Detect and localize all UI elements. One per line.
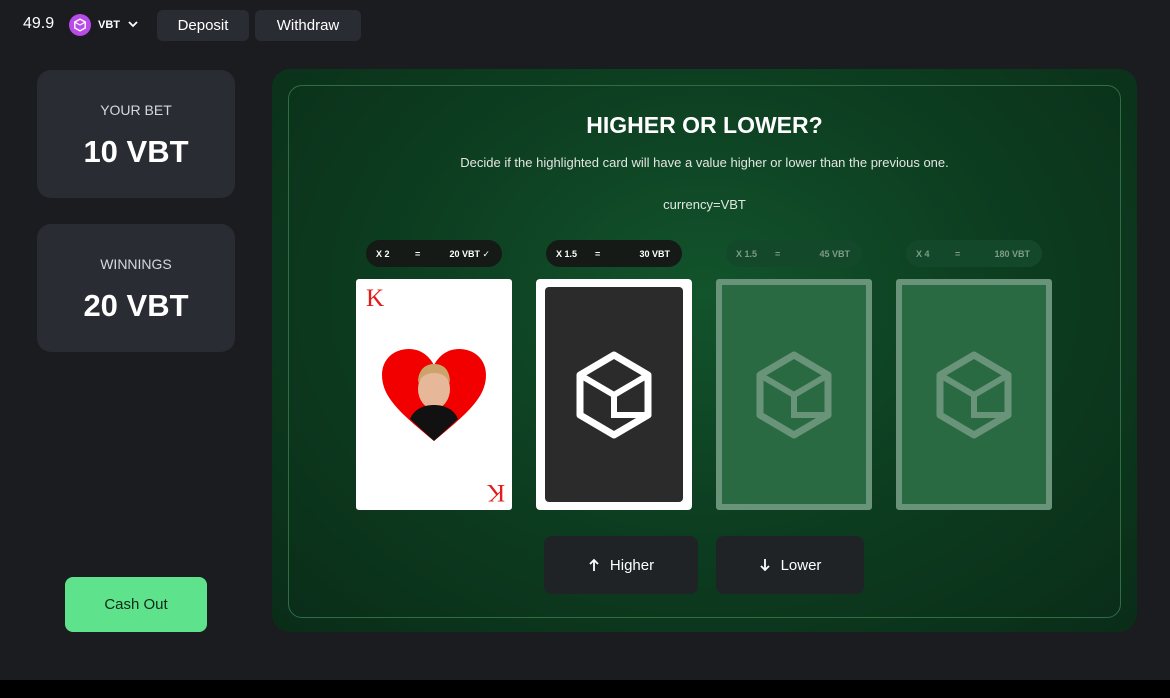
highlighted-card bbox=[536, 279, 692, 510]
multiplier-payout: 180 VBT bbox=[994, 249, 1030, 259]
card-king-of-hearts: K K bbox=[356, 279, 512, 510]
higher-label: Higher bbox=[609, 556, 655, 574]
winnings-value: 20 VBT bbox=[83, 288, 189, 323]
multiplier-equals: = bbox=[595, 249, 601, 259]
vbt-logo-icon bbox=[576, 351, 652, 438]
arrow-up-icon bbox=[589, 558, 599, 571]
heart-portrait-icon bbox=[382, 349, 486, 441]
multiplier-payout: 45 VBT bbox=[819, 249, 850, 259]
vbt-coin-icon[interactable] bbox=[69, 14, 91, 36]
winnings-label: WINNINGS bbox=[100, 256, 172, 272]
upcoming-card-1 bbox=[716, 279, 872, 510]
your-bet-panel: YOUR BET 10 VBT bbox=[37, 70, 235, 198]
your-bet-value: 10 VBT bbox=[83, 134, 189, 169]
game-title: HIGHER OR LOWER? bbox=[586, 112, 823, 138]
balance-amount: 49.9 bbox=[23, 15, 55, 32]
withdraw-button[interactable]: Withdraw bbox=[255, 10, 361, 41]
multiplier-equals: = bbox=[415, 249, 421, 259]
multiplier-badge-4: X 4 = 180 VBT bbox=[906, 240, 1042, 267]
multiplier-factor: X 4 bbox=[916, 249, 930, 259]
cash-out-button[interactable]: Cash Out bbox=[65, 577, 207, 632]
vbt-logo-icon bbox=[936, 351, 1012, 438]
lower-button[interactable]: Lower bbox=[716, 536, 864, 594]
multiplier-badge-2: X 1.5 = 30 VBT bbox=[546, 240, 682, 267]
game-instructions: Decide if the highlighted card will have… bbox=[460, 155, 949, 170]
multiplier-badge-3: X 1.5 = 45 VBT bbox=[726, 240, 862, 267]
currency-indicator: currency=VBT bbox=[663, 197, 746, 212]
winnings-panel: WINNINGS 20 VBT bbox=[37, 224, 235, 352]
higher-button[interactable]: Higher bbox=[544, 536, 698, 594]
bottom-bar bbox=[0, 680, 1170, 698]
game-board: HIGHER OR LOWER? Decide if the highlight… bbox=[272, 69, 1137, 632]
your-bet-label: YOUR BET bbox=[100, 102, 172, 118]
top-bar: 49.9 VBT Deposit Withdraw bbox=[0, 0, 1170, 50]
multiplier-equals: = bbox=[775, 249, 781, 259]
card-rank-bottom: K bbox=[486, 479, 505, 506]
arrow-down-icon bbox=[759, 559, 770, 572]
vbt-logo-icon bbox=[756, 351, 832, 438]
multiplier-badge-1: X 2 = 20 VBT ✓ bbox=[366, 240, 502, 267]
card-rank-top: K bbox=[366, 285, 385, 312]
deposit-button[interactable]: Deposit bbox=[157, 10, 249, 41]
lower-label: Lower bbox=[780, 556, 822, 574]
chevron-down-icon[interactable] bbox=[126, 15, 140, 33]
multiplier-payout: 30 VBT bbox=[639, 249, 670, 259]
multiplier-equals: = bbox=[955, 249, 961, 259]
currency-selector[interactable]: VBT bbox=[98, 19, 120, 31]
multiplier-factor: X 1.5 bbox=[736, 249, 758, 259]
upcoming-card-2 bbox=[896, 279, 1052, 510]
multiplier-factor: X 2 bbox=[376, 249, 390, 259]
multiplier-payout: 20 VBT ✓ bbox=[449, 249, 490, 259]
multiplier-factor: X 1.5 bbox=[556, 249, 578, 259]
